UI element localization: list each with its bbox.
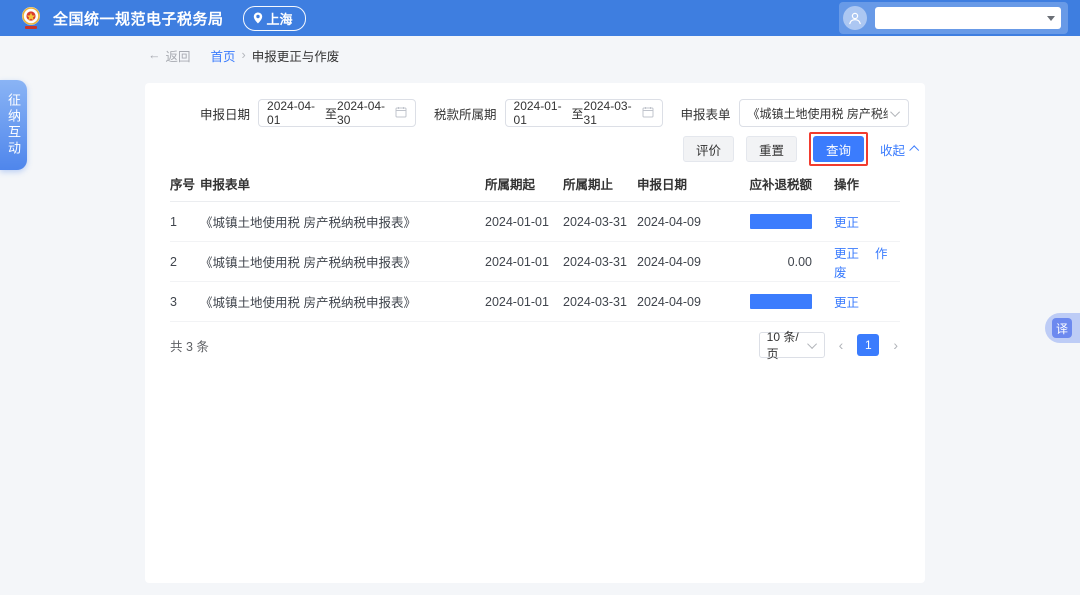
account-input[interactable] bbox=[881, 9, 1047, 27]
form-select[interactable]: 《城镇土地使用税 房产税纳税申报... bbox=[739, 99, 909, 127]
cell-period-end: 2024-03-31 bbox=[563, 202, 637, 242]
cell-ops: 更正 bbox=[822, 202, 900, 242]
account-dropdown[interactable] bbox=[875, 7, 1061, 29]
query-button[interactable]: 查询 bbox=[813, 136, 864, 162]
cell-amount bbox=[730, 202, 822, 242]
cell-declare-date: 2024-04-09 bbox=[637, 282, 730, 322]
breadcrumb-current: 申报更正与作废 bbox=[252, 46, 340, 65]
location-badge[interactable]: 上海 bbox=[243, 6, 306, 31]
tax-period-label: 税款所属期 bbox=[434, 104, 497, 123]
filter-bar: 申报日期 2024-04-01 至 2024-04-30 税款所属期 2024-… bbox=[145, 99, 925, 127]
cell-period-end: 2024-03-31 bbox=[563, 282, 637, 322]
next-page-icon[interactable]: › bbox=[891, 337, 900, 353]
tax-period-end: 2024-03-31 bbox=[584, 99, 642, 127]
collapse-label: 收起 bbox=[880, 140, 905, 159]
table-row: 2《城镇土地使用税 房产税纳税申报表》2024-01-012024-03-312… bbox=[170, 242, 900, 282]
table-body: 1《城镇土地使用税 房产税纳税申报表》2024-01-012024-03-312… bbox=[170, 202, 900, 322]
range-to-label: 至 bbox=[325, 105, 337, 122]
chevron-down-icon bbox=[890, 107, 900, 117]
declare-date-range[interactable]: 2024-04-01 至 2024-04-30 bbox=[258, 99, 416, 127]
pagination: 共 3 条 10 条/页 ‹ 1 › bbox=[170, 330, 900, 360]
calendar-icon bbox=[642, 106, 654, 121]
action-bar: 评价 重置 查询 收起 bbox=[683, 132, 917, 166]
cell-period-end: 2024-03-31 bbox=[563, 242, 637, 282]
breadcrumb: ← 返回 首页 › 申报更正与作废 bbox=[148, 36, 339, 74]
tax-emblem-logo bbox=[18, 5, 44, 31]
prev-page-icon[interactable]: ‹ bbox=[837, 337, 846, 353]
col-header-no: 序号 bbox=[170, 168, 200, 202]
form-select-value: 《城镇土地使用税 房产税纳税申报... bbox=[748, 105, 888, 122]
cell-form: 《城镇土地使用税 房产税纳税申报表》 bbox=[200, 282, 485, 322]
translate-button[interactable]: 译 bbox=[1045, 313, 1080, 343]
table-row: 3《城镇土地使用税 房产税纳税申报表》2024-01-012024-03-312… bbox=[170, 282, 900, 322]
declare-date-start: 2024-04-01 bbox=[267, 99, 325, 127]
breadcrumb-separator: › bbox=[242, 48, 246, 62]
declare-date-label: 申报日期 bbox=[200, 104, 250, 123]
results-table: 序号 申报表单 所属期起 所属期止 申报日期 应补退税额 操作 1《城镇土地使用… bbox=[170, 168, 900, 322]
tax-period-start: 2024-01-01 bbox=[514, 99, 572, 127]
breadcrumb-home[interactable]: 首页 bbox=[211, 46, 236, 65]
cell-form: 《城镇土地使用税 房产税纳税申报表》 bbox=[200, 242, 485, 282]
table-row: 1《城镇土地使用税 房产税纳税申报表》2024-01-012024-03-312… bbox=[170, 202, 900, 242]
page-size-select[interactable]: 10 条/页 bbox=[759, 332, 825, 358]
col-header-form: 申报表单 bbox=[200, 168, 485, 202]
user-avatar-icon[interactable] bbox=[843, 6, 867, 30]
cell-amount: 0.00 bbox=[730, 242, 822, 282]
correct-link[interactable]: 更正 bbox=[834, 247, 859, 261]
cell-no: 1 bbox=[170, 202, 200, 242]
form-select-label: 申报表单 bbox=[681, 104, 731, 123]
col-header-amount: 应补退税额 bbox=[730, 168, 822, 202]
cell-no: 3 bbox=[170, 282, 200, 322]
col-header-period-start: 所属期起 bbox=[485, 168, 563, 202]
chevron-up-icon bbox=[909, 145, 919, 155]
content-card: 申报日期 2024-04-01 至 2024-04-30 税款所属期 2024-… bbox=[145, 83, 925, 583]
cell-declare-date: 2024-04-09 bbox=[637, 202, 730, 242]
cell-declare-date: 2024-04-09 bbox=[637, 242, 730, 282]
caret-down-icon bbox=[1047, 16, 1055, 21]
page-size-value: 10 条/页 bbox=[767, 328, 810, 362]
cell-ops: 更正作废 bbox=[822, 242, 900, 282]
cell-form: 《城镇土地使用税 房产税纳税申报表》 bbox=[200, 202, 485, 242]
cell-period-start: 2024-01-01 bbox=[485, 242, 563, 282]
correct-link[interactable]: 更正 bbox=[834, 296, 859, 310]
side-tab-interaction[interactable]: 征纳互动 bbox=[0, 80, 27, 170]
declare-date-end: 2024-04-30 bbox=[337, 99, 395, 127]
tax-period-range[interactable]: 2024-01-01 至 2024-03-31 bbox=[505, 99, 663, 127]
back-button[interactable]: ← 返回 bbox=[148, 46, 191, 65]
location-label: 上海 bbox=[267, 9, 293, 28]
cell-period-start: 2024-01-01 bbox=[485, 282, 563, 322]
col-header-ops: 操作 bbox=[822, 168, 900, 202]
cell-no: 2 bbox=[170, 242, 200, 282]
range-to-label: 至 bbox=[572, 105, 584, 122]
table-header-row: 序号 申报表单 所属期起 所属期止 申报日期 应补退税额 操作 bbox=[170, 168, 900, 202]
annotation-highlight-box: 查询 bbox=[809, 132, 868, 166]
correct-link[interactable]: 更正 bbox=[834, 216, 859, 230]
back-arrow-icon: ← bbox=[148, 48, 161, 62]
back-label: 返回 bbox=[166, 46, 191, 65]
cell-amount bbox=[730, 282, 822, 322]
cell-ops: 更正 bbox=[822, 282, 900, 322]
account-area bbox=[839, 2, 1068, 34]
cell-period-start: 2024-01-01 bbox=[485, 202, 563, 242]
redacted-amount-bar bbox=[750, 214, 812, 229]
reset-button[interactable]: 重置 bbox=[746, 136, 797, 162]
page-number-button[interactable]: 1 bbox=[857, 334, 879, 356]
translate-icon: 译 bbox=[1052, 318, 1072, 338]
redacted-amount-bar bbox=[750, 294, 812, 309]
top-header: 全国统一规范电子税务局 上海 bbox=[0, 0, 1080, 36]
collapse-toggle[interactable]: 收起 bbox=[880, 140, 917, 159]
total-count: 共 3 条 bbox=[170, 336, 209, 355]
calendar-icon bbox=[395, 106, 407, 121]
brand: 全国统一规范电子税务局 上海 bbox=[18, 5, 306, 31]
col-header-declare-date: 申报日期 bbox=[637, 168, 730, 202]
col-header-period-end: 所属期止 bbox=[563, 168, 637, 202]
app-title: 全国统一规范电子税务局 bbox=[53, 8, 224, 29]
location-pin-icon bbox=[253, 12, 263, 24]
evaluate-button[interactable]: 评价 bbox=[683, 136, 734, 162]
